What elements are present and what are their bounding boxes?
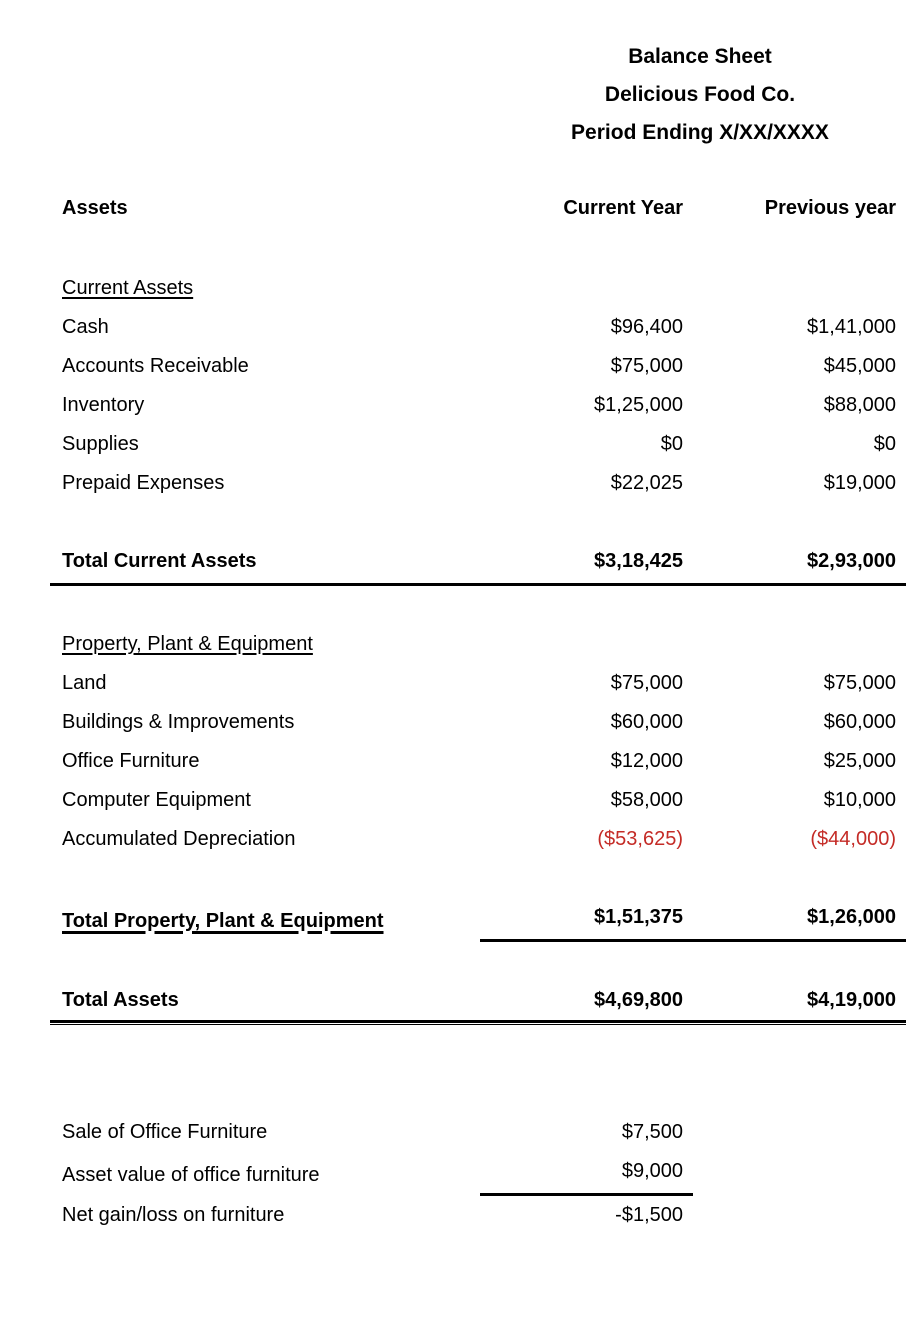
row-value-current: $7,500 xyxy=(621,1121,683,1143)
row-value-current: $0 xyxy=(660,433,683,455)
row-value-previous: $1,41,000 xyxy=(807,316,896,338)
section-heading-ppe: Property, Plant & Equipment xyxy=(62,633,313,655)
total-label: Total Property, Plant & Equipment xyxy=(62,909,384,932)
column-header-assets: Assets xyxy=(62,197,128,219)
table-row: Prepaid Expenses $22,025 $19,000 xyxy=(50,464,906,503)
column-header-previous-year: Previous year xyxy=(764,197,896,219)
row-value-previous xyxy=(693,1113,906,1152)
spacer-row xyxy=(50,1024,906,1088)
title-line-company: Delicious Food Co. xyxy=(604,83,796,106)
row-label: Cash xyxy=(62,316,109,338)
table-row: Office Furniture $12,000 $25,000 xyxy=(50,742,906,781)
row-label: Supplies xyxy=(62,433,139,455)
document-title-block: Balance Sheet Delicious Food Co. Period … xyxy=(480,38,920,152)
table-row-accumulated-depreciation: Accumulated Depreciation ($53,625) ($44,… xyxy=(50,820,906,859)
row-value-current: $58,000 xyxy=(610,789,683,811)
row-label: Buildings & Improvements xyxy=(62,711,295,733)
row-value-current: $96,400 xyxy=(610,316,683,338)
balance-sheet-table: Assets Current Year Previous year Curren… xyxy=(50,186,906,1235)
row-value-previous: $19,000 xyxy=(823,472,896,494)
row-label: Inventory xyxy=(62,394,145,416)
section-heading-row-ppe: Property, Plant & Equipment xyxy=(50,625,906,664)
row-value-previous: $25,000 xyxy=(823,750,896,772)
grand-total-value-current: $4,69,800 xyxy=(480,981,693,1025)
row-label: Asset value of office furniture xyxy=(62,1163,320,1186)
row-value-current: $9,000 xyxy=(480,1152,693,1196)
row-label: Land xyxy=(62,672,107,694)
row-value-current: $12,000 xyxy=(610,750,683,772)
spacer-row xyxy=(50,503,906,542)
row-label: Sale of Office Furniture xyxy=(62,1121,268,1143)
spacer-row xyxy=(50,230,906,269)
row-value-current: $60,000 xyxy=(610,711,683,733)
section-heading-current-assets: Current Assets xyxy=(62,277,194,299)
row-label: Prepaid Expenses xyxy=(62,472,225,494)
spacer-row xyxy=(50,941,906,982)
row-value-previous xyxy=(693,1195,906,1236)
row-value-current: $75,000 xyxy=(610,355,683,377)
total-value-current: $3,18,425 xyxy=(480,542,693,586)
grand-total-value-previous: $4,19,000 xyxy=(693,981,906,1025)
row-value-previous: $88,000 xyxy=(823,394,896,416)
table-row: Net gain/loss on furniture -$1,500 xyxy=(50,1195,906,1236)
spacer-row xyxy=(50,1087,906,1113)
table-header-row: Assets Current Year Previous year xyxy=(50,186,906,230)
section-heading-row-current-assets: Current Assets xyxy=(50,269,906,308)
table-row: Sale of Office Furniture $7,500 xyxy=(50,1113,906,1152)
row-value-previous: $75,000 xyxy=(823,672,896,694)
row-label: Accounts Receivable xyxy=(62,355,249,377)
total-value-previous: $1,26,000 xyxy=(693,898,906,942)
spacer-row xyxy=(50,859,906,898)
table-row: Accounts Receivable $75,000 $45,000 xyxy=(50,347,906,386)
total-value-current: $1,51,375 xyxy=(480,898,693,942)
spacer-row xyxy=(50,585,906,626)
row-label: Accumulated Depreciation xyxy=(62,828,296,850)
table-row: Cash $96,400 $1,41,000 xyxy=(50,308,906,347)
row-value-previous: $0 xyxy=(873,433,896,455)
total-value-previous: $2,93,000 xyxy=(693,542,906,586)
row-label: Net gain/loss on furniture xyxy=(62,1204,285,1226)
row-value-previous xyxy=(693,1152,906,1195)
row-value-current: $1,25,000 xyxy=(594,394,683,416)
row-value-current: ($53,625) xyxy=(597,828,683,850)
title-line-report: Balance Sheet xyxy=(628,45,772,68)
total-row-current-assets: Total Current Assets $3,18,425 $2,93,000 xyxy=(50,542,906,586)
row-value-current: -$1,500 xyxy=(615,1204,683,1226)
table-row: Computer Equipment $58,000 $10,000 xyxy=(50,781,906,820)
row-value-previous: $45,000 xyxy=(823,355,896,377)
total-row-ppe: Total Property, Plant & Equipment $1,51,… xyxy=(50,898,906,942)
row-value-current: $75,000 xyxy=(610,672,683,694)
row-value-previous: ($44,000) xyxy=(810,828,896,850)
table-row: Inventory $1,25,000 $88,000 xyxy=(50,386,906,425)
table-row: Buildings & Improvements $60,000 $60,000 xyxy=(50,703,906,742)
table-row: Supplies $0 $0 xyxy=(50,425,906,464)
row-value-previous: $60,000 xyxy=(823,711,896,733)
row-label: Office Furniture xyxy=(62,750,200,772)
column-header-current-year: Current Year xyxy=(563,197,683,219)
balance-sheet-document: Balance Sheet Delicious Food Co. Period … xyxy=(0,0,922,1338)
total-label: Total Current Assets xyxy=(50,542,480,586)
row-value-current: $22,025 xyxy=(610,472,683,494)
title-line-period: Period Ending X/XX/XXXX xyxy=(571,121,829,144)
row-value-previous: $10,000 xyxy=(823,789,896,811)
grand-total-label: Total Assets xyxy=(50,981,480,1025)
table-row: Land $75,000 $75,000 xyxy=(50,664,906,703)
row-label: Computer Equipment xyxy=(62,789,251,811)
total-row-total-assets: Total Assets $4,69,800 $4,19,000 xyxy=(50,981,906,1025)
table-row: Asset value of office furniture $9,000 xyxy=(50,1152,906,1196)
